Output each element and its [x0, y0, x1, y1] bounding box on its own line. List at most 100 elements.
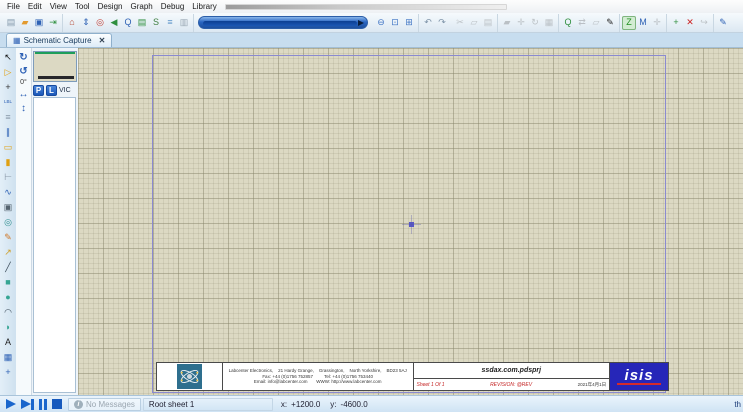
home-page-icon[interactable]: ⌂ [65, 16, 79, 30]
source-code-icon[interactable]: S [149, 16, 163, 30]
menu-library[interactable]: Library [188, 1, 220, 12]
wire-autoroute-icon[interactable]: Z [622, 16, 636, 30]
copy-icon[interactable]: ▱ [467, 16, 481, 30]
menu-file[interactable]: File [3, 1, 24, 12]
3d-visualizer-icon[interactable]: ◀ [107, 16, 121, 30]
tape-recorder-mode-icon[interactable]: ▣ [1, 200, 15, 214]
minimap-viewport [35, 52, 75, 54]
terminals-mode-icon[interactable]: ▮ [1, 155, 15, 169]
design-properties-icon[interactable]: ✎ [716, 16, 730, 30]
design-tools-icon[interactable]: ✛ [650, 16, 664, 30]
goto-parent-sheet-icon[interactable]: ↪ [697, 16, 711, 30]
mirror-horizontal-icon[interactable]: ↔ [17, 88, 30, 100]
menu-graph[interactable]: Graph [126, 1, 156, 12]
component-mode-icon[interactable]: ▷ [1, 65, 15, 79]
import-project-icon[interactable]: ⇥ [46, 16, 60, 30]
search-and-tag-icon[interactable]: M [636, 16, 650, 30]
play-button[interactable] [6, 399, 16, 409]
link-package-icon[interactable]: ⇄ [575, 16, 589, 30]
redo-icon[interactable]: ↷ [435, 16, 449, 30]
2d-box-icon[interactable]: ■ [1, 275, 15, 289]
buses-mode-icon[interactable]: ∥ [1, 125, 15, 139]
zoom-out-icon[interactable]: ⊖ [374, 16, 388, 30]
schematic-canvas[interactable]: Labcenter Electronics, 21 Hardy Grange, … [78, 48, 743, 395]
voltage-probe-mode-icon[interactable]: ✎ [1, 230, 15, 244]
project-notes-icon[interactable]: ▥ [177, 16, 191, 30]
2d-line-icon[interactable]: ╱ [1, 260, 15, 274]
schematic-capture-icon[interactable]: ⇕ [79, 16, 93, 30]
device-pins-mode-icon[interactable]: ⊢ [1, 170, 15, 184]
zoom-slider[interactable] [198, 16, 368, 29]
step-button[interactable] [21, 399, 34, 410]
remove-sheet-icon[interactable]: ✕ [683, 16, 697, 30]
search-component-icon[interactable]: Q [561, 16, 575, 30]
design-explorer-icon[interactable]: Q [121, 16, 135, 30]
block-move-icon[interactable]: ✛ [514, 16, 528, 30]
rotation-angle-display: 0° [20, 79, 27, 86]
current-probe-mode-icon[interactable]: ↗ [1, 245, 15, 259]
edit-object-icon[interactable]: ▱ [589, 16, 603, 30]
title-block: Labcenter Electronics, 21 Hardy Grange, … [156, 362, 669, 391]
2d-path-icon[interactable]: ◗ [1, 320, 15, 334]
info-icon: i [74, 400, 83, 409]
pick-devices-button[interactable]: P [33, 85, 44, 96]
status-bar: i No Messages Root sheet 1 x: +1200.0 y:… [0, 395, 743, 412]
menu-edit[interactable]: Edit [24, 1, 46, 12]
work-area: ↖▷+LBL≡∥▭▮⊢∿▣◎✎↗╱■●◠◗A▦+ ↻ ↺ 0° ↔ ↕ P L … [0, 48, 743, 395]
simulation-advisor-icon[interactable]: ≡ [163, 16, 177, 30]
undo-icon[interactable]: ↶ [421, 16, 435, 30]
cut-icon[interactable]: ✂ [453, 16, 467, 30]
block-delete-icon[interactable]: ▦ [542, 16, 556, 30]
pcb-layout-icon[interactable]: ◎ [93, 16, 107, 30]
graph-mode-icon[interactable]: ∿ [1, 185, 15, 199]
message-panel[interactable]: i No Messages [68, 398, 141, 411]
mirror-vertical-icon[interactable]: ↕ [17, 102, 30, 114]
generator-mode-icon[interactable]: ◎ [1, 215, 15, 229]
2d-marker-icon[interactable]: + [1, 365, 15, 379]
menu-debug[interactable]: Debug [157, 1, 189, 12]
block-rotate-icon[interactable]: ↻ [528, 16, 542, 30]
tab-close-icon[interactable]: ✕ [99, 36, 106, 45]
wire-label-mode-icon[interactable]: LBL [1, 95, 15, 109]
history-toolbar-group: ↶↷ [419, 14, 451, 32]
2d-circle-icon[interactable]: ● [1, 290, 15, 304]
text-script-mode-icon[interactable]: ≡ [1, 110, 15, 124]
paste-icon[interactable]: ▤ [481, 16, 495, 30]
device-list[interactable] [33, 97, 76, 393]
open-project-icon[interactable]: ▰ [18, 16, 32, 30]
sheet-panel: Root sheet 1 [143, 398, 273, 411]
company-address-cell: Labcenter Electronics, 21 Hardy Grange, … [223, 363, 414, 390]
save-project-icon[interactable]: ▣ [32, 16, 46, 30]
device-list-item[interactable]: VIC [59, 87, 71, 94]
library-manager-button[interactable]: L [46, 85, 57, 96]
new-sheet-icon[interactable]: + [669, 16, 683, 30]
menu-design[interactable]: Design [94, 1, 127, 12]
menu-tool[interactable]: Tool [71, 1, 94, 12]
stop-button[interactable] [52, 399, 62, 409]
revision-label: REVISION: @REV [490, 382, 532, 388]
toolbar-drag-handle[interactable] [225, 4, 507, 10]
new-project-icon[interactable]: ▤ [4, 16, 18, 30]
project-filename: ssdax.com.pdsprj [414, 363, 610, 379]
pause-button[interactable] [39, 399, 47, 410]
junction-dot-mode-icon[interactable]: + [1, 80, 15, 94]
bill-of-materials-icon[interactable]: ▤ [135, 16, 149, 30]
tab-schematic-capture[interactable]: ▦ Schematic Capture ✕ [6, 33, 112, 47]
coordinate-display: x: +1200.0 y: -4600.0 [281, 400, 401, 409]
zoom-area-icon[interactable]: ⊞ [402, 16, 416, 30]
2d-text-icon[interactable]: A [1, 335, 15, 349]
subcircuit-mode-icon[interactable]: ▭ [1, 140, 15, 154]
rotate-anticlockwise-icon[interactable]: ↺ [17, 65, 30, 77]
overview-minimap[interactable] [33, 51, 77, 82]
sheet-number: Sheet 1 Of 1 [417, 382, 445, 388]
menu-view[interactable]: View [46, 1, 71, 12]
rotate-clockwise-icon[interactable]: ↻ [17, 51, 30, 63]
wire-toolbar-group: ZM✛ [620, 14, 667, 32]
selection-pointer-icon[interactable]: ↖ [1, 50, 15, 64]
zoom-all-icon[interactable]: ⊡ [388, 16, 402, 30]
2d-symbol-icon[interactable]: ▦ [1, 350, 15, 364]
property-assignment-tool-icon[interactable]: ✎ [603, 16, 617, 30]
2d-arc-icon[interactable]: ◠ [1, 305, 15, 319]
isis-logo-text: isis [625, 369, 654, 382]
block-copy-icon[interactable]: ▰ [500, 16, 514, 30]
